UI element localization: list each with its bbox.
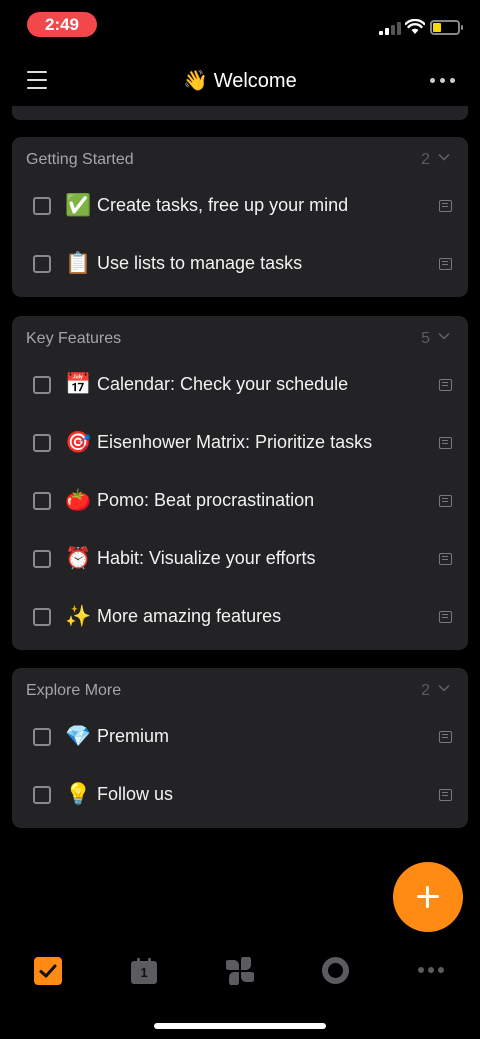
task-title[interactable]: Habit: Visualize your efforts [97,548,315,569]
task-emoji: 💡 [65,783,92,806]
task-title[interactable]: Use lists to manage tasks [97,253,302,274]
task-item[interactable]: 📅 Calendar: Check your schedule [12,357,468,415]
section-count: 5 [421,330,430,347]
task-emoji: 🍅 [65,489,92,512]
signal-icon [379,22,401,35]
tab-pomo[interactable] [322,957,350,985]
task-emoji: ✨ [65,605,92,628]
more-options-icon[interactable] [430,78,456,84]
tab-matrix[interactable] [224,955,256,987]
task-checkbox-icon [39,964,57,978]
bottom-tab-bar: 1 [0,945,480,1000]
section-header[interactable]: Getting Started 2 [12,137,468,181]
task-checkbox[interactable] [33,608,51,626]
note-icon [439,789,452,801]
note-icon [439,258,452,270]
task-emoji: 📅 [65,373,92,396]
task-item[interactable]: ✅ Create tasks, free up your mind [12,178,468,236]
header: 👋 Welcome [0,58,480,104]
task-item[interactable]: 📋 Use lists to manage tasks [12,236,468,294]
pomo-icon [322,957,349,984]
calendar-day-number: 1 [140,965,148,980]
task-item[interactable]: 💎 Premium [12,709,468,767]
task-checkbox[interactable] [33,376,51,394]
note-icon [439,731,452,743]
section-header[interactable]: Explore More 2 [12,668,468,712]
task-item[interactable]: 🍅 Pomo: Beat procrastination [12,473,468,531]
battery-icon [430,20,463,35]
task-emoji: 💎 [65,725,92,748]
note-icon [439,553,452,565]
task-checkbox[interactable] [33,728,51,746]
tab-tasks[interactable] [34,957,62,985]
task-checkbox[interactable] [33,492,51,510]
task-title[interactable]: Eisenhower Matrix: Prioritize tasks [97,432,372,453]
task-title[interactable]: More amazing features [97,606,281,627]
task-emoji: 📋 [65,252,92,275]
task-title[interactable]: Premium [97,726,169,747]
page-title: 👋 Welcome [183,70,297,92]
chevron-down-icon[interactable] [438,330,450,342]
task-emoji: ⏰ [65,547,92,570]
status-time: 2:49 [27,12,97,37]
add-task-button[interactable] [393,862,463,932]
section-key-features: Key Features 5 📅 Calendar: Check your sc… [12,316,468,650]
task-title[interactable]: Calendar: Check your schedule [97,374,348,395]
section-count: 2 [421,151,430,168]
note-icon [439,379,452,391]
note-icon [439,200,452,212]
task-emoji: ✅ [65,194,92,217]
note-icon [439,437,452,449]
section-title: Key Features [26,330,122,347]
task-checkbox[interactable] [33,255,51,273]
section-explore-more: Explore More 2 💎 Premium 💡 Follow us [12,668,468,828]
task-emoji: 🎯 [65,431,92,454]
task-title[interactable]: Follow us [97,784,173,805]
section-count: 2 [421,682,430,699]
tab-more[interactable] [418,967,446,975]
section-title: Getting Started [26,151,134,168]
task-item[interactable]: ✨ More amazing features [12,589,468,647]
chevron-down-icon[interactable] [438,151,450,163]
task-title[interactable]: Create tasks, free up your mind [97,195,348,216]
wifi-icon [405,19,425,34]
matrix-icon [224,955,256,987]
chevron-down-icon[interactable] [438,682,450,694]
task-checkbox[interactable] [33,197,51,215]
task-checkbox[interactable] [33,550,51,568]
previous-card-bottom [12,106,468,120]
home-indicator [154,1023,326,1029]
status-bar: 2:49 [0,0,480,50]
note-icon [439,611,452,623]
section-title: Explore More [26,682,122,699]
task-item[interactable]: ⏰ Habit: Visualize your efforts [12,531,468,589]
section-header[interactable]: Key Features 5 [12,316,468,360]
note-icon [439,495,452,507]
section-getting-started: Getting Started 2 ✅ Create tasks, free u… [12,137,468,297]
task-checkbox[interactable] [33,434,51,452]
task-title[interactable]: Pomo: Beat procrastination [97,490,314,511]
task-item[interactable]: 🎯 Eisenhower Matrix: Prioritize tasks [12,415,468,473]
task-checkbox[interactable] [33,786,51,804]
tab-calendar[interactable]: 1 [130,957,158,985]
task-item[interactable]: 💡 Follow us [12,767,468,825]
